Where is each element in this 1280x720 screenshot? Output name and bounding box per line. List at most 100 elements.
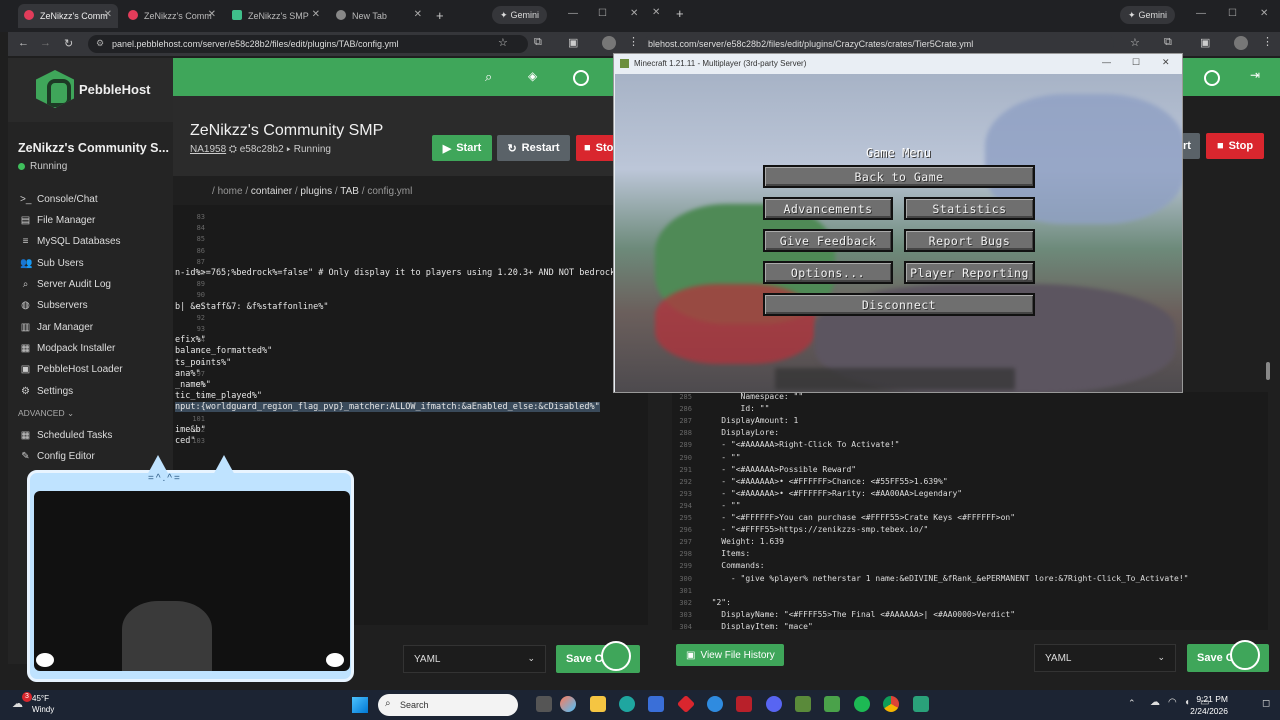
discord-icon[interactable]: [766, 696, 782, 712]
view-history-button[interactable]: ▣ View File History: [676, 644, 784, 666]
wifi-icon[interactable]: ◠: [1168, 697, 1177, 708]
minimize-icon[interactable]: —: [1196, 8, 1206, 19]
code-line[interactable]: 302 "2":: [672, 598, 731, 607]
code-line[interactable]: 290 - "": [672, 453, 740, 462]
url-field-right[interactable]: blehost.com/server/e58c28b2/files/edit/p…: [644, 35, 1114, 53]
node-link[interactable]: NA1958: [190, 144, 226, 155]
close-icon[interactable]: ✕: [414, 9, 422, 20]
code-line[interactable]: _name%": [175, 380, 211, 390]
right-window-close-tab-icon[interactable]: ✕: [652, 7, 660, 18]
code-line[interactable]: 292 - "<#AAAAAA>• <#FFFFFF>Chance: <#55F…: [672, 477, 947, 486]
bookmark-star-icon[interactable]: ☆: [498, 36, 508, 49]
statistics-button[interactable]: Statistics: [904, 197, 1035, 220]
browser-tab-3[interactable]: ZeNikzz's SMP ✕: [226, 4, 326, 28]
reload-icon[interactable]: ↻: [64, 37, 73, 50]
back-to-game-button[interactable]: Back to Game: [763, 165, 1035, 188]
chrome-icon[interactable]: [883, 696, 899, 712]
sidebar-item-audit-log[interactable]: ⌕ Server Audit Log: [20, 279, 111, 290]
creeper-icon[interactable]: [824, 696, 840, 712]
sidebar-item-settings[interactable]: ⚙ Settings: [20, 386, 73, 397]
code-line[interactable]: 287 DisplayAmount: 1: [672, 416, 798, 425]
bookmark-star-icon[interactable]: ☆: [1130, 36, 1140, 49]
url-field[interactable]: ⚙ panel.pebblehost.com/server/e58c28b2/f…: [88, 35, 528, 53]
stop-button-right[interactable]: ■ Stop: [1206, 133, 1264, 159]
code-line[interactable]: nput:{worldguard_region_flag_pvp}_matche…: [175, 402, 600, 413]
weather-widget[interactable]: 45°F Windy: [32, 693, 54, 715]
profile-avatar[interactable]: [1234, 36, 1248, 50]
crumb-plugins[interactable]: plugins: [300, 186, 332, 197]
close-icon[interactable]: ✕: [104, 9, 112, 20]
code-line[interactable]: ana%": [175, 369, 201, 379]
taskbar-search[interactable]: ⌕ Search: [378, 694, 518, 716]
site-info-icon[interactable]: ⚙: [96, 38, 104, 49]
chat-support-icon[interactable]: [1230, 640, 1260, 670]
pebble-account-icon[interactable]: [1204, 70, 1220, 86]
right-new-tab-icon[interactable]: +: [676, 6, 684, 21]
layers-icon[interactable]: ◈: [528, 69, 537, 83]
obs-icon[interactable]: [913, 696, 929, 712]
sidebar-item-subservers[interactable]: ◍ Subservers: [20, 300, 87, 311]
chat-support-icon[interactable]: [601, 641, 631, 671]
crumb-container[interactable]: container: [251, 186, 292, 197]
extensions-icon[interactable]: ⧉: [534, 36, 542, 49]
player-reporting-button[interactable]: Player Reporting: [904, 261, 1035, 284]
stop-button[interactable]: ■ Sto: [576, 135, 616, 161]
close-icon[interactable]: ✕: [208, 9, 216, 20]
code-line[interactable]: 295 - "<#FFFFFF>You can purchase <#FFFF5…: [672, 513, 1015, 522]
close-window-icon[interactable]: ✕: [630, 8, 638, 19]
advanced-section-toggle[interactable]: ADVANCED ⌄: [18, 408, 74, 419]
edge-icon[interactable]: [619, 696, 635, 712]
restart-button-right[interactable]: rt: [1182, 133, 1200, 159]
code-line[interactable]: 291 - "<#AAAAAA>Possible Reward": [672, 465, 856, 474]
store-icon[interactable]: [648, 696, 664, 712]
sidebar-item-file-manager[interactable]: ▤ File Manager: [20, 215, 96, 226]
sidepanel-icon[interactable]: ▣: [568, 36, 578, 49]
code-line[interactable]: 301: [672, 586, 702, 595]
code-line[interactable]: 294 - "": [672, 501, 740, 510]
crumb-tab[interactable]: TAB: [340, 186, 359, 197]
code-line[interactable]: ts_points%": [175, 358, 231, 368]
minecraft-launcher-icon[interactable]: [795, 696, 811, 712]
code-line[interactable]: 293 - "<#AAAAAA>• <#FFFFFF>Rarity: <#AA0…: [672, 489, 962, 498]
task-view-icon[interactable]: [536, 696, 552, 712]
advancements-button[interactable]: Advancements: [763, 197, 893, 220]
menu-icon[interactable]: ⋮: [628, 35, 639, 48]
windows-start-icon[interactable]: [352, 697, 368, 713]
code-line[interactable]: b| &eStaff&7: &f%staffonline%": [175, 302, 329, 312]
code-line[interactable]: 299 Commands:: [672, 561, 764, 570]
minimize-icon[interactable]: —: [1102, 57, 1111, 67]
volume-icon[interactable]: ◖: [1184, 697, 1190, 708]
code-line[interactable]: 296 - "<#FFFF55>https://zenikzzs-smp.teb…: [672, 525, 928, 534]
app-blue-icon[interactable]: [707, 696, 723, 712]
crumb-home[interactable]: home: [218, 186, 243, 197]
maximize-icon[interactable]: ☐: [598, 8, 607, 19]
code-line[interactable]: 300 - "give %player% netherstar 1 name:&…: [672, 574, 1188, 583]
give-feedback-button[interactable]: Give Feedback: [763, 229, 893, 252]
options-button[interactable]: Options...: [763, 261, 893, 284]
extensions-icon[interactable]: ⧉: [1164, 36, 1172, 49]
sidebar-item-scheduled-tasks[interactable]: ▦ Scheduled Tasks: [20, 430, 113, 441]
search-icon[interactable]: ⌕: [485, 69, 492, 85]
sidebar-item-mysql[interactable]: ≡ MySQL Databases: [20, 236, 121, 247]
code-line[interactable]: tic_time_played%": [175, 391, 262, 401]
file-explorer-icon[interactable]: [590, 696, 606, 712]
editor-scrollbar[interactable]: [1266, 362, 1270, 380]
app-m-icon[interactable]: [736, 696, 752, 712]
code-line[interactable]: 298 Items:: [672, 549, 750, 558]
close-window-icon[interactable]: ✕: [1162, 57, 1170, 68]
spotify-icon[interactable]: [854, 696, 870, 712]
sidebar-item-config-editor[interactable]: ✎ Config Editor: [20, 451, 95, 462]
notifications-icon[interactable]: ◻: [1262, 698, 1270, 709]
disconnect-button[interactable]: Disconnect: [763, 293, 1035, 316]
sidebar-item-console[interactable]: >_ Console/Chat: [20, 194, 98, 205]
code-line[interactable]: 286 Id: "": [672, 404, 769, 413]
profile-avatar[interactable]: [602, 36, 616, 50]
close-icon[interactable]: ✕: [312, 9, 320, 20]
close-window-icon[interactable]: ✕: [1260, 8, 1268, 19]
file-type-select-right[interactable]: YAML ⌄: [1034, 644, 1176, 672]
app-red-icon[interactable]: [676, 694, 696, 714]
start-button[interactable]: ▶ Start: [432, 135, 492, 161]
report-bugs-button[interactable]: Report Bugs: [904, 229, 1035, 252]
code-line[interactable]: 297 Weight: 1.639: [672, 537, 784, 546]
code-line[interactable]: n-id%>=765;%bedrock%=false" # Only displ…: [175, 268, 625, 278]
